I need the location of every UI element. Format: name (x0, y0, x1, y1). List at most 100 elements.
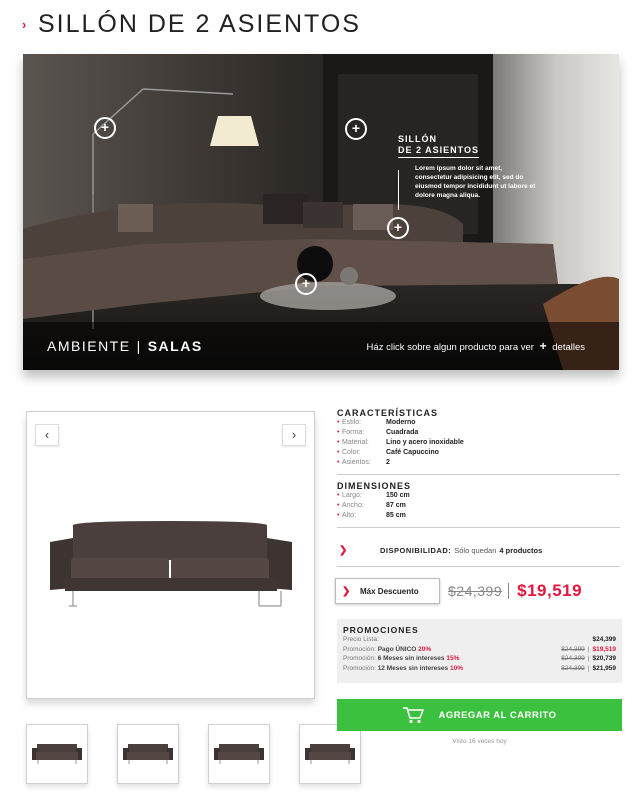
promo-label: Promoción: 6 Meses sin intereses 15% (343, 654, 459, 664)
price-separator (508, 583, 510, 599)
disponibilidad-count: 4 productos (499, 545, 543, 555)
chevron-right-icon: › (291, 427, 297, 442)
hotspot-sofa[interactable]: + (387, 217, 409, 239)
callout-title-line1: SILLÓN (398, 134, 437, 144)
sofa-thumbnail-image (214, 744, 264, 764)
hotspot-table[interactable]: + (295, 273, 317, 295)
spec-key: Ancho: (342, 502, 364, 509)
promociones-title: PROMOCIONES (343, 625, 419, 635)
promo-price: $21,959 (592, 664, 617, 672)
hotspot-window[interactable]: + (345, 118, 367, 140)
precio-lista-label: Precio Lista: (343, 636, 379, 643)
sofa-thumbnail-image (305, 744, 355, 764)
promo-prefix: Promoción: (343, 664, 376, 672)
spec-row: • Forma: Cuadrada (337, 428, 620, 438)
promo-old-price: $24,399 (561, 655, 585, 662)
page-title: SILLÓN DE 2 ASIENTOS (38, 10, 361, 38)
page-header: › SILLÓN DE 2 ASIENTOS (22, 10, 361, 39)
promo-separator: | (587, 664, 590, 672)
promo-name: Pago ÚNICO (377, 645, 417, 653)
product-callout: SILLÓN DE 2 ASIENTOS (398, 134, 538, 158)
thumbnail[interactable] (26, 724, 88, 784)
spec-value: Moderno (386, 419, 416, 426)
spec-row: • Asientos: 2 (337, 458, 620, 468)
add-to-cart-button[interactable]: AGREGAR AL CARRITO (337, 699, 622, 731)
disponibilidad-label: DISPONIBILIDAD: (380, 545, 452, 555)
promo-pct: 20% (418, 645, 432, 653)
precio-lista-value: $24,399 (592, 636, 617, 643)
price-row: ❯ Máx Descuento $24,399 $19,519 (335, 578, 620, 604)
main-product-image (50, 521, 292, 607)
spec-row: • Largo: 150 cm (337, 491, 620, 501)
hero-caption-bar: AMBIENTE | SALAS Ház click sobre algun pro… (23, 322, 619, 370)
promo-pct: 15% (446, 655, 460, 662)
divider (337, 474, 620, 475)
promo-row: Promoción: 6 Meses sin intereses 15% $24… (343, 654, 616, 664)
divider (337, 566, 620, 567)
promo-prices: $24,399 | $21,959 (561, 664, 616, 674)
disponibilidad-row[interactable]: ❯ DISPONIBILIDAD: Sólo quedan 4 producto… (337, 540, 620, 560)
promo-row: Promoción: Pago ÚNICO 20% $24,399 | $19,51… (343, 645, 616, 655)
promo-separator: | (587, 645, 590, 653)
promo-prefix: Promoción: (343, 655, 376, 662)
disponibilidad-text: Sólo quedan (454, 545, 497, 555)
thumbnail[interactable] (299, 724, 361, 784)
ambiente-label: AMBIENTE | SALAS (47, 338, 203, 354)
product-gallery: ‹ › (26, 411, 315, 699)
product-details: CARACTERÍSTICAS • Estilo: Moderno • Forma: C… (337, 408, 620, 534)
hint-detalles: detalles (552, 342, 585, 353)
spec-key: Material: (342, 439, 369, 446)
sofa-thumbnail-image (32, 744, 82, 764)
gallery-prev-button[interactable]: ‹ (35, 424, 59, 446)
thumbnail-strip (26, 724, 361, 784)
hero-hint: Ház click sobre algun producto para ver … (367, 339, 585, 353)
spec-key: Largo: (342, 492, 362, 499)
promo-label: Promoción: Pago ÚNICO 20% (343, 645, 431, 655)
ambiente-value: SALAS (147, 338, 203, 354)
spec-row: • Alto: 85 cm (337, 511, 620, 521)
spec-row: • Ancho: 87 cm (337, 501, 620, 511)
spec-row: • Material: Lino y acero inoxidable (337, 438, 620, 448)
spec-value: Lino y acero inoxidable (386, 439, 464, 446)
plus-icon: + (539, 339, 547, 353)
add-to-cart-label: AGREGAR AL CARRITO (438, 709, 557, 721)
dimensiones-list: • Largo: 150 cm • Ancho: 87 cm • Alto: 85 cm (337, 491, 620, 521)
promociones-box: PROMOCIONES Precio Lista: $24,399 Promoc… (337, 619, 622, 683)
promo-old-price: $24,399 (561, 645, 585, 653)
hero-banner: + + + + SILLÓN DE 2 ASIENTOS Lorem ipsum… (23, 54, 619, 370)
gallery-next-button[interactable]: › (282, 424, 306, 446)
callout-text: Lorem ipsum dolor sit amet, consectetur … (415, 165, 536, 199)
old-price: $24,399 (448, 583, 503, 599)
chevron-down-icon: ❯ (342, 585, 351, 597)
promo-row: Promoción: 12 Meses sin intereses 10% $2… (343, 664, 616, 674)
spec-key: Estilo: (342, 419, 362, 426)
hotspot-lamp[interactable]: + (94, 117, 116, 139)
chevron-right-icon: › (22, 17, 27, 32)
promo-price: $19,519 (592, 645, 617, 653)
spec-key: Color: (342, 449, 361, 456)
ambiente-prefix: AMBIENTE (47, 338, 131, 354)
promo-label: Promoción: 12 Meses sin intereses 10% (343, 664, 463, 674)
promo-name: 6 Meses sin intereses (377, 655, 445, 662)
promo-prices: $24,399 | $20,739 (561, 654, 616, 664)
spec-value: 85 cm (386, 512, 406, 519)
max-descuento-button[interactable]: ❯ Máx Descuento (335, 578, 440, 604)
promo-prefix: Promoción: (343, 645, 376, 653)
thumbnail[interactable] (117, 724, 179, 784)
current-price: $19,519 (517, 581, 583, 600)
callout-divider (398, 170, 399, 210)
views-counter: Visto 16 veces hoy (452, 738, 507, 745)
spec-value: 150 cm (386, 492, 410, 499)
spec-value: 2 (386, 459, 390, 466)
thumbnail[interactable] (208, 724, 270, 784)
spec-row: • Estilo: Moderno (337, 418, 620, 428)
divider (337, 527, 620, 528)
callout-title-line2: DE 2 ASIENTOS (398, 145, 480, 158)
callout-title: SILLÓN DE 2 ASIENTOS (398, 134, 538, 158)
promo-prices: $24,399 | $19,519 (561, 645, 616, 655)
ambiente-separator: | (136, 338, 142, 354)
dimensiones-title: DIMENSIONES (337, 481, 412, 491)
chevron-left-icon: ‹ (44, 427, 50, 442)
promo-pct: 10% (449, 664, 463, 672)
spec-row: • Color: Café Capuccino (337, 448, 620, 458)
